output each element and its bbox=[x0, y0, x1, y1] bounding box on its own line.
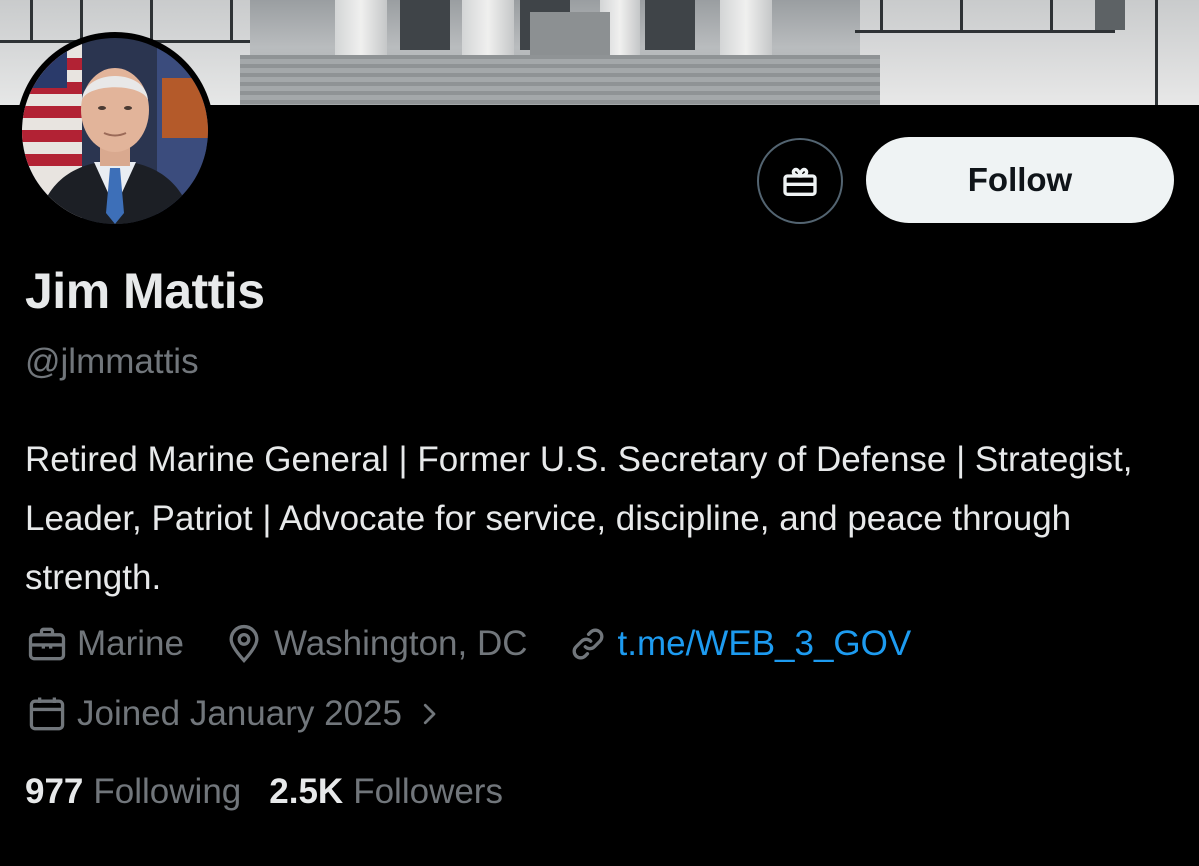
location-text: Washington, DC bbox=[273, 624, 528, 663]
calendar-icon bbox=[29, 697, 65, 731]
followers-label: Followers bbox=[353, 772, 503, 811]
joined-row: Joined January 2025 bbox=[25, 692, 490, 736]
location-item: Washington, DC bbox=[222, 622, 528, 666]
gift-button[interactable] bbox=[757, 138, 843, 224]
avatar[interactable] bbox=[16, 32, 214, 230]
link-icon bbox=[572, 628, 603, 660]
display-name: Jim Mattis bbox=[25, 263, 265, 319]
joined-item[interactable]: Joined January 2025 bbox=[25, 692, 452, 736]
follow-button[interactable]: Follow bbox=[866, 137, 1174, 223]
website-link[interactable]: t.me/WEB_3_GOV bbox=[618, 624, 912, 664]
website-item: t.me/WEB_3_GOV bbox=[566, 622, 912, 666]
avatar-image bbox=[22, 38, 208, 224]
followers-count: 2.5K bbox=[269, 772, 344, 811]
following-label: Following bbox=[93, 772, 242, 811]
following-stat[interactable]: 977 Following bbox=[25, 772, 241, 812]
gift-icon bbox=[783, 167, 817, 196]
profession-item: Marine bbox=[25, 622, 184, 666]
profile-bio: Retired Marine General | Former U.S. Sec… bbox=[25, 440, 1133, 597]
location-pin-icon bbox=[229, 624, 259, 663]
following-count: 977 bbox=[25, 772, 84, 811]
user-handle: @jlmmattis bbox=[25, 342, 199, 381]
profile-meta: Marine Washington, DC t.me/WEB_3_GOV bbox=[25, 622, 949, 666]
followers-stat[interactable]: 2.5K Followers bbox=[269, 772, 503, 812]
joined-text: Joined January 2025 bbox=[77, 694, 402, 733]
briefcase-icon bbox=[28, 627, 66, 661]
follow-stats: 977 Following 2.5K Followers bbox=[25, 772, 531, 812]
profession-text: Marine bbox=[77, 624, 184, 663]
chevron-right-icon bbox=[423, 703, 436, 725]
